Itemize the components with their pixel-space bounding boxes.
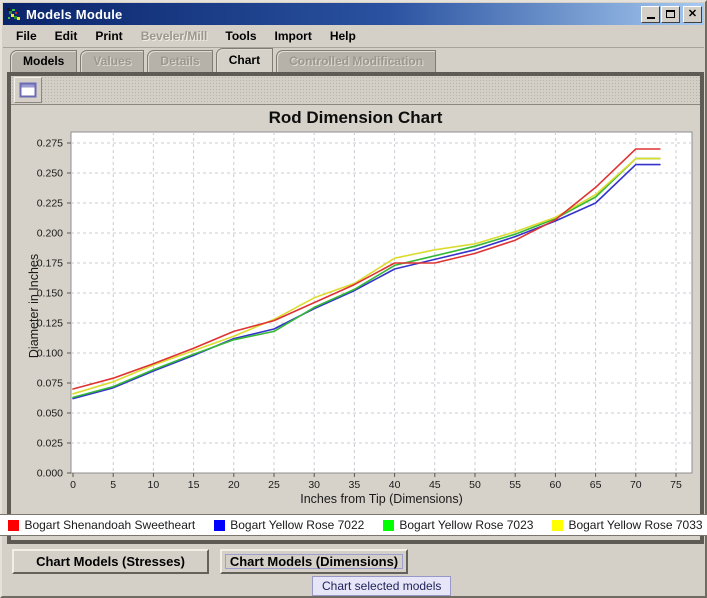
svg-text:55: 55 bbox=[509, 479, 521, 491]
menu-import[interactable]: Import bbox=[266, 26, 321, 46]
chart-title: Rod Dimension Chart bbox=[11, 105, 700, 129]
svg-text:65: 65 bbox=[590, 479, 602, 491]
svg-text:75: 75 bbox=[670, 479, 682, 491]
tab-details: Details bbox=[147, 50, 212, 72]
svg-text:0.275: 0.275 bbox=[37, 138, 63, 150]
close-icon: ✕ bbox=[688, 9, 697, 20]
rod-dimension-chart: 0.0000.0250.0500.0750.1000.1250.1500.175… bbox=[11, 129, 700, 514]
menu-beveler-mill: Beveler/Mill bbox=[132, 26, 217, 46]
svg-text:40: 40 bbox=[389, 479, 401, 491]
menu-bar: File Edit Print Beveler/Mill Tools Impor… bbox=[3, 25, 704, 48]
maximize-icon bbox=[666, 10, 675, 18]
legend-label: Bogart Yellow Rose 7023 bbox=[399, 518, 533, 532]
svg-text:Inches from Tip (Dimensions): Inches from Tip (Dimensions) bbox=[300, 492, 463, 506]
svg-text:45: 45 bbox=[429, 479, 441, 491]
svg-text:10: 10 bbox=[148, 479, 160, 491]
chart-legend: Bogart Shenandoah Sweetheart Bogart Yell… bbox=[11, 514, 700, 536]
maximize-button[interactable] bbox=[661, 6, 680, 23]
chart-models-dimensions-button[interactable]: Chart Models (Dimensions) bbox=[220, 549, 408, 574]
svg-text:15: 15 bbox=[188, 479, 200, 491]
legend-item: Bogart Shenandoah Sweetheart bbox=[8, 518, 195, 532]
svg-text:Diameter in Inches: Diameter in Inches bbox=[27, 254, 41, 358]
legend-item: Bogart Yellow Rose 7033 bbox=[552, 518, 702, 532]
legend-label: Bogart Yellow Rose 7022 bbox=[230, 518, 364, 532]
chart-models-stresses-button[interactable]: Chart Models (Stresses) bbox=[12, 549, 209, 574]
legend-label: Bogart Shenandoah Sweetheart bbox=[24, 518, 195, 532]
window-frame-icon bbox=[19, 82, 37, 98]
app-icon bbox=[6, 6, 22, 22]
svg-text:50: 50 bbox=[469, 479, 481, 491]
svg-text:5: 5 bbox=[110, 479, 116, 491]
svg-text:30: 30 bbox=[308, 479, 320, 491]
series-green-swatch-icon bbox=[383, 520, 394, 531]
svg-text:0: 0 bbox=[70, 479, 76, 491]
menu-edit[interactable]: Edit bbox=[46, 26, 87, 46]
svg-text:0.025: 0.025 bbox=[37, 438, 63, 450]
legend-item: Bogart Yellow Rose 7023 bbox=[383, 518, 533, 532]
tab-chart[interactable]: Chart bbox=[216, 48, 273, 72]
minimize-button[interactable] bbox=[641, 6, 660, 23]
title-bar: Models Module ✕ bbox=[3, 3, 704, 25]
chart-toolbar bbox=[11, 76, 700, 105]
button-label: Chart Models (Dimensions) bbox=[230, 554, 398, 569]
svg-text:0.250: 0.250 bbox=[37, 168, 63, 180]
legend-box: Bogart Shenandoah Sweetheart Bogart Yell… bbox=[0, 514, 707, 536]
close-button[interactable]: ✕ bbox=[683, 6, 702, 23]
minimize-icon bbox=[647, 17, 655, 19]
menu-tools[interactable]: Tools bbox=[216, 26, 265, 46]
series-red-swatch-icon bbox=[8, 520, 19, 531]
tab-controlled-modification: Controlled Modification bbox=[276, 50, 436, 72]
window-controls: ✕ bbox=[640, 6, 704, 23]
window-title: Models Module bbox=[26, 7, 123, 22]
menu-print[interactable]: Print bbox=[86, 26, 131, 46]
legend-item: Bogart Yellow Rose 7022 bbox=[214, 518, 364, 532]
series-blue-swatch-icon bbox=[214, 520, 225, 531]
menu-help[interactable]: Help bbox=[321, 26, 365, 46]
svg-text:20: 20 bbox=[228, 479, 240, 491]
svg-text:0.200: 0.200 bbox=[37, 228, 63, 240]
tab-strip: Models Values Details Chart Controlled M… bbox=[3, 48, 704, 72]
svg-text:70: 70 bbox=[630, 479, 642, 491]
detach-window-button[interactable] bbox=[14, 77, 42, 103]
svg-text:35: 35 bbox=[349, 479, 361, 491]
svg-text:0.225: 0.225 bbox=[37, 198, 63, 210]
chart-selected-models-tooltip: Chart selected models bbox=[312, 576, 451, 596]
tab-values: Values bbox=[80, 50, 144, 72]
legend-label: Bogart Yellow Rose 7033 bbox=[568, 518, 702, 532]
svg-text:0.000: 0.000 bbox=[37, 468, 63, 480]
svg-text:25: 25 bbox=[268, 479, 280, 491]
models-module-window: { "window": { "title": "Models Module", … bbox=[0, 0, 707, 598]
svg-text:60: 60 bbox=[550, 479, 562, 491]
series-yellow-swatch-icon bbox=[552, 520, 563, 531]
button-label: Chart Models (Stresses) bbox=[36, 554, 185, 569]
menu-file[interactable]: File bbox=[7, 26, 46, 46]
svg-text:0.050: 0.050 bbox=[37, 408, 63, 420]
tab-models[interactable]: Models bbox=[10, 50, 77, 72]
chart-panel: Rod Dimension Chart 0.000 0.025 0.050 0.075… bbox=[7, 72, 704, 544]
svg-text:0.075: 0.075 bbox=[37, 378, 63, 390]
focus-ring: Chart Models (Dimensions) bbox=[225, 554, 403, 569]
